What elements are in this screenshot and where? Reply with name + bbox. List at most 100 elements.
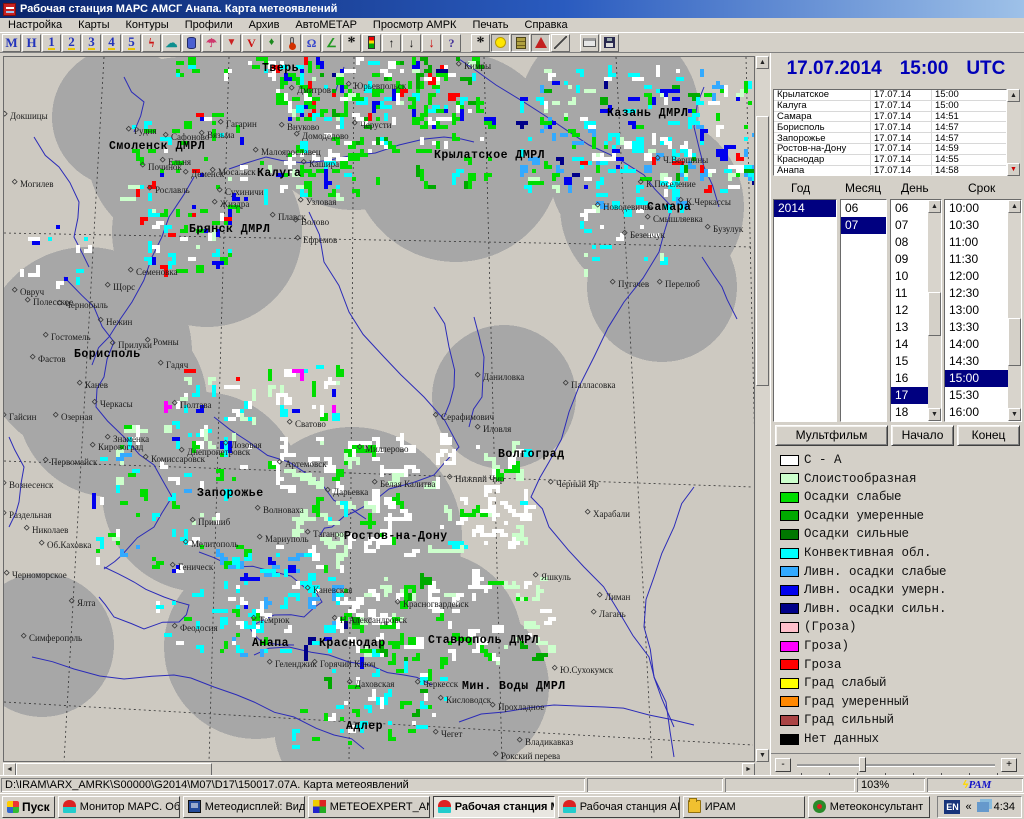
station-row[interactable]: Самара17.07.1414:51 bbox=[774, 112, 1006, 123]
scroll-up-icon[interactable]: ▲ bbox=[1008, 200, 1021, 213]
menu-item-Карты[interactable]: Карты bbox=[70, 18, 117, 32]
network-icon[interactable] bbox=[977, 802, 989, 812]
list-option[interactable]: 08 bbox=[891, 234, 928, 251]
scroll-down-icon[interactable]: ▼ bbox=[1007, 163, 1020, 176]
list-option[interactable]: 11:00 bbox=[945, 234, 1008, 251]
umbrella-icon[interactable]: ☂ bbox=[202, 34, 221, 52]
scrollbar-thumb[interactable] bbox=[928, 292, 941, 336]
scroll-up-icon[interactable]: ▲ bbox=[756, 56, 769, 69]
list-option[interactable]: 14 bbox=[891, 336, 928, 353]
tray-chevron[interactable]: « bbox=[965, 801, 971, 813]
list-option[interactable]: 11:30 bbox=[945, 251, 1008, 268]
cylinder-icon[interactable] bbox=[182, 34, 201, 52]
month-listbox[interactable]: 0607 bbox=[840, 199, 887, 422]
volcano-icon[interactable] bbox=[531, 34, 550, 52]
snowflake-icon[interactable]: * bbox=[342, 34, 361, 52]
arrow-up-icon[interactable]: ↑ bbox=[382, 34, 401, 52]
view-2-button[interactable]: 2 bbox=[62, 34, 81, 52]
station-row[interactable]: Борисполь17.07.1414:57 bbox=[774, 122, 1006, 133]
menu-item-Печать[interactable]: Печать bbox=[464, 18, 516, 32]
slider-track[interactable] bbox=[797, 764, 995, 766]
list-option[interactable]: 07 bbox=[891, 217, 928, 234]
day-listbox[interactable]: 06070809101112131415161718▲▼ bbox=[890, 199, 942, 422]
menu-item-Просмотр АМРК[interactable]: Просмотр АМРК bbox=[365, 18, 465, 32]
clouds-icon[interactable]: ☁ bbox=[162, 34, 181, 52]
angle-icon[interactable]: ∠ bbox=[322, 34, 341, 52]
list-option[interactable]: 13:30 bbox=[945, 319, 1008, 336]
list-option[interactable]: 16 bbox=[891, 370, 928, 387]
task-button-display[interactable]: Метеодисплей: Вид 17... bbox=[183, 796, 305, 818]
zoom-out-button[interactable]: - bbox=[775, 758, 791, 772]
list-option[interactable]: 12:00 bbox=[945, 268, 1008, 285]
save-icon[interactable] bbox=[600, 34, 619, 52]
view-4-button[interactable]: 4 bbox=[102, 34, 121, 52]
map-vertical-scrollbar[interactable]: ▲ ▼ bbox=[756, 56, 770, 762]
station-row[interactable]: Краснодар17.07.1414:55 bbox=[774, 155, 1006, 166]
menu-item-Профили[interactable]: Профили bbox=[177, 18, 241, 32]
bell-icon[interactable]: Ω bbox=[302, 34, 321, 52]
start-button[interactable]: Пуск bbox=[2, 796, 55, 818]
scroll-down-icon[interactable]: ▼ bbox=[1008, 408, 1021, 421]
list-option[interactable]: 15 bbox=[891, 353, 928, 370]
menu-item-АвтоМЕТАР[interactable]: АвтоМЕТАР bbox=[287, 18, 365, 32]
list-option[interactable]: 10:30 bbox=[945, 217, 1008, 234]
list-option[interactable]: 2014 bbox=[774, 200, 836, 217]
scroll-down-icon[interactable]: ▼ bbox=[928, 408, 941, 421]
task-button-mars[interactable]: Рабочая станция АМР... bbox=[558, 796, 680, 818]
thermometer-icon[interactable] bbox=[282, 34, 301, 52]
scroll-down-icon[interactable]: ▼ bbox=[756, 749, 769, 762]
listbox-scrollbar[interactable]: ▲▼ bbox=[928, 200, 941, 421]
list-option[interactable]: 15:00 bbox=[945, 370, 1008, 387]
station-row[interactable]: Калуга17.07.1415:00 bbox=[774, 101, 1006, 112]
sun-icon[interactable] bbox=[491, 34, 510, 52]
station-row[interactable]: Анапа17.07.1414:58 bbox=[774, 166, 1006, 176]
task-button-mars[interactable]: Рабочая станция М... bbox=[433, 796, 555, 818]
help-icon[interactable]: ? bbox=[442, 34, 461, 52]
scrollbar-thumb[interactable] bbox=[1008, 318, 1021, 366]
task-button-expert[interactable]: METEOEXPERT_АМСГ А... bbox=[308, 796, 430, 818]
list-option[interactable]: 14:00 bbox=[945, 336, 1008, 353]
arrow-down-icon[interactable]: ↓ bbox=[402, 34, 421, 52]
cabinet-icon[interactable] bbox=[511, 34, 530, 52]
menu-item-Контуры[interactable]: Контуры bbox=[118, 18, 177, 32]
mushroom-icon[interactable]: ▼ bbox=[222, 34, 241, 52]
list-option[interactable]: 06 bbox=[891, 200, 928, 217]
listbox-scrollbar[interactable]: ▲▼ bbox=[1008, 200, 1021, 421]
colorbar-icon[interactable] bbox=[362, 34, 381, 52]
h-button[interactable]: H bbox=[22, 34, 41, 52]
multfilm-button[interactable]: Мультфильм bbox=[775, 425, 888, 446]
bird-icon[interactable]: ♦ bbox=[262, 34, 281, 52]
list-option[interactable]: 09 bbox=[891, 251, 928, 268]
printer-icon[interactable] bbox=[580, 34, 599, 52]
menu-item-Справка[interactable]: Справка bbox=[517, 18, 576, 32]
list-option[interactable]: 15:30 bbox=[945, 387, 1008, 404]
slider-thumb[interactable] bbox=[859, 757, 866, 772]
list-option[interactable]: 18 bbox=[891, 404, 928, 421]
list-option[interactable]: 12:30 bbox=[945, 285, 1008, 302]
view-3-button[interactable]: 3 bbox=[82, 34, 101, 52]
zoom-in-button[interactable]: + bbox=[1001, 758, 1017, 772]
task-button-folder[interactable]: ИРАМ bbox=[683, 796, 805, 818]
list-option[interactable]: 11 bbox=[891, 285, 928, 302]
menu-item-Настройка[interactable]: Настройка bbox=[0, 18, 70, 32]
term-listbox[interactable]: 10:0010:3011:0011:3012:0012:3013:0013:30… bbox=[944, 199, 1022, 422]
station-row[interactable]: Крылатское17.07.1415:00 bbox=[774, 90, 1006, 101]
weather-map[interactable]: ТверьКрылатское ДМРЛСмоленск ДМРЛБрянск … bbox=[3, 56, 755, 762]
year-listbox[interactable]: 2014 bbox=[773, 199, 837, 422]
list-option[interactable]: 07 bbox=[841, 217, 886, 234]
scroll-up-icon[interactable]: ▲ bbox=[928, 200, 941, 213]
m-button[interactable]: M bbox=[2, 34, 21, 52]
begin-button[interactable]: Начало bbox=[891, 425, 954, 446]
list-option[interactable]: 10:00 bbox=[945, 200, 1008, 217]
task-button-mars[interactable]: Монитор МАРС. Объе... bbox=[58, 796, 180, 818]
list-option[interactable]: 13:00 bbox=[945, 302, 1008, 319]
end-button[interactable]: Конец bbox=[957, 425, 1020, 446]
list-option[interactable]: 12 bbox=[891, 302, 928, 319]
list-option[interactable]: 16:00 bbox=[945, 404, 1008, 421]
list-option[interactable]: 17 bbox=[891, 387, 928, 404]
list-option[interactable]: 14:30 bbox=[945, 353, 1008, 370]
asterisk-icon[interactable]: * bbox=[471, 34, 490, 52]
scrollbar-thumb[interactable] bbox=[756, 116, 769, 386]
menu-item-Архив[interactable]: Архив bbox=[241, 18, 288, 32]
language-indicator[interactable]: EN bbox=[944, 800, 960, 814]
